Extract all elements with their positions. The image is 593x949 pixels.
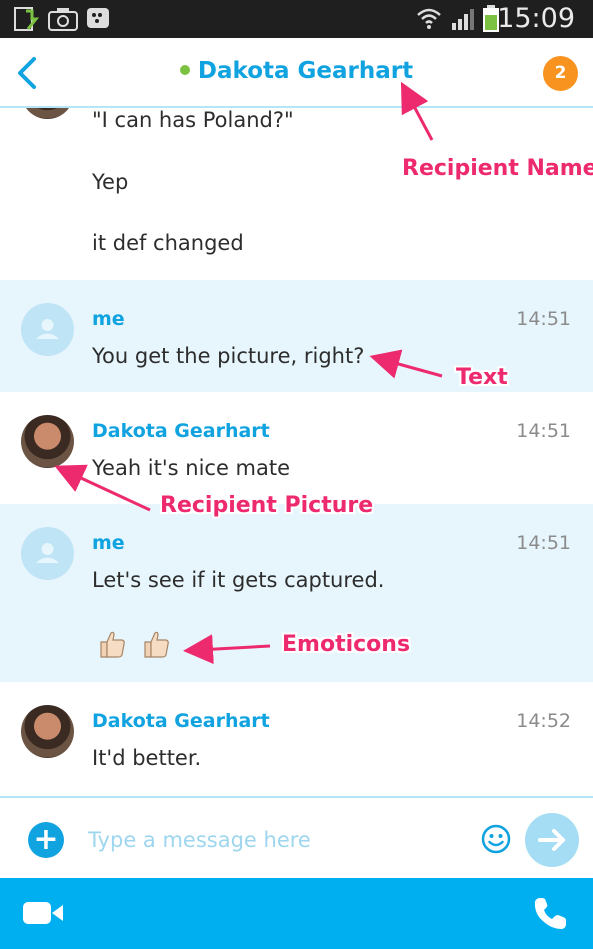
message-time: 14:51 xyxy=(516,308,571,330)
annotation-text: Text xyxy=(456,365,508,390)
message-text: Yeah it's nice mate xyxy=(92,456,291,480)
download-icon xyxy=(14,7,40,31)
message-time: 14:51 xyxy=(516,532,571,554)
avatar[interactable] xyxy=(21,415,74,468)
sender-name: me xyxy=(92,308,125,330)
send-button[interactable] xyxy=(525,813,579,867)
plus-icon[interactable]: + xyxy=(28,822,64,858)
sender-name: Dakota Gearhart xyxy=(92,420,270,442)
thumbs-up-icon[interactable] xyxy=(97,629,127,659)
contact-name: Dakota Gearhart xyxy=(197,58,414,84)
call-bar xyxy=(0,878,593,949)
bbm-icon xyxy=(87,8,109,28)
annotation-emoticons: Emoticons xyxy=(282,632,411,657)
annotation-recipient-name: Recipient Name xyxy=(402,156,593,181)
message-text: it def changed xyxy=(92,231,244,255)
avatar[interactable] xyxy=(21,705,74,758)
arrow-right-icon xyxy=(538,829,565,851)
message-composer: + xyxy=(0,796,593,878)
signal-icon xyxy=(452,9,474,30)
message-list[interactable]: "I can has Poland?" Yep it def changed m… xyxy=(0,108,593,796)
person-icon xyxy=(36,319,59,339)
message-time: 14:51 xyxy=(516,420,571,442)
message-text: "I can has Poland?" xyxy=(92,108,294,132)
message-text: Let's see if it gets captured. xyxy=(92,568,385,592)
avatar xyxy=(21,303,74,356)
avatar xyxy=(21,527,74,580)
online-status-dot xyxy=(179,64,190,75)
smiley-icon[interactable] xyxy=(480,823,512,855)
avatar xyxy=(21,108,74,119)
message-item: "I can has Poland?" Yep it def changed xyxy=(0,108,593,280)
phone-icon[interactable] xyxy=(532,896,568,932)
message-input[interactable] xyxy=(88,822,458,858)
chat-header: Dakota Gearhart 2 xyxy=(0,38,593,108)
sender-name: Dakota Gearhart xyxy=(92,710,270,732)
camera-icon xyxy=(48,8,78,31)
sender-name: me xyxy=(92,532,125,554)
message-item: Dakota Gearhart 14:51 Yeah it's nice mat… xyxy=(0,392,593,504)
person-icon xyxy=(36,543,59,563)
message-text: It'd better. xyxy=(92,746,202,770)
wifi-icon xyxy=(417,8,441,29)
message-item: Dakota Gearhart 14:52 It'd better. xyxy=(0,682,593,796)
message-time: 14:52 xyxy=(516,710,571,732)
video-camera-icon[interactable] xyxy=(22,900,64,926)
notification-badge[interactable]: 2 xyxy=(543,56,578,91)
message-text: You get the picture, right? xyxy=(92,344,365,368)
clock: 15:09 xyxy=(497,3,575,34)
annotation-recipient-picture: Recipient Picture xyxy=(160,493,374,518)
message-text: Yep xyxy=(92,170,129,194)
thumbs-up-icon[interactable] xyxy=(141,629,171,659)
contact-title[interactable]: Dakota Gearhart xyxy=(0,58,593,84)
status-bar: 15:09 xyxy=(0,0,593,38)
